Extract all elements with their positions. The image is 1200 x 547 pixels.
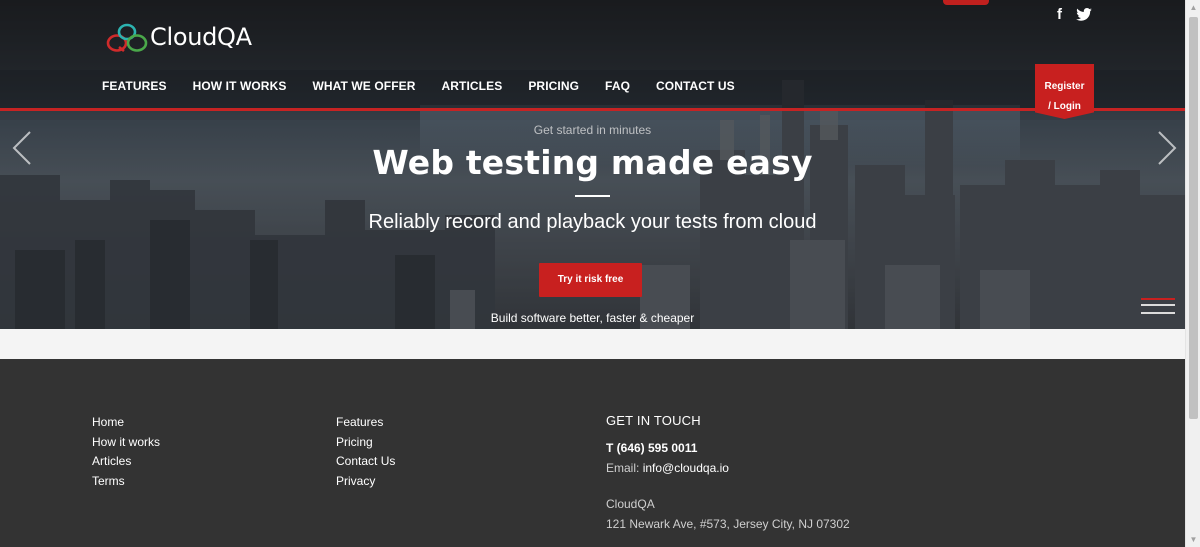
nav-how-it-works[interactable]: HOW IT WORKS	[193, 79, 287, 93]
contact-email-link[interactable]: info@cloudqa.io	[643, 461, 729, 475]
site-footer: Home How it works Articles Terms Feature…	[0, 359, 1185, 547]
footer-link-features[interactable]: Features	[336, 413, 395, 433]
register-label: Register	[1044, 81, 1085, 92]
footer-link-privacy[interactable]: Privacy	[336, 472, 395, 492]
hero-subtitle: Build software better, faster & cheaper	[490, 311, 695, 325]
scrollbar-thumb[interactable]	[1189, 17, 1198, 419]
footer-link-home[interactable]: Home	[92, 413, 160, 433]
login-label: / Login	[1048, 101, 1081, 112]
main-nav: FEATURES HOW IT WORKS WHAT WE OFFER ARTI…	[102, 79, 761, 93]
facebook-icon[interactable]: f	[1057, 6, 1062, 23]
footer-link-articles[interactable]: Articles	[92, 452, 160, 472]
headline-rule	[575, 195, 610, 197]
navbar-divider	[0, 108, 1185, 111]
email-label: Email:	[606, 461, 643, 475]
nav-articles[interactable]: ARTICLES	[442, 79, 503, 93]
hero-headline: Web testing made easy	[372, 143, 813, 182]
footer-link-contact-us[interactable]: Contact Us	[336, 452, 395, 472]
try-it-risk-free-button[interactable]: Try it risk free	[539, 263, 642, 297]
footer-links-col2: Features Pricing Contact Us Privacy	[336, 413, 395, 491]
nav-pricing[interactable]: PRICING	[528, 79, 579, 93]
scroll-down-arrow-icon[interactable]: ▼	[1186, 532, 1200, 547]
get-in-touch: GET IN TOUCH T (646) 595 0011 Email: inf…	[606, 413, 850, 534]
register-login-button[interactable]: Register / Login	[1035, 64, 1094, 119]
nav-what-we-offer[interactable]: WHAT WE OFFER	[312, 79, 415, 93]
hero-pretitle: Get started in minutes	[533, 123, 652, 137]
scroll-up-arrow-icon[interactable]: ▲	[1186, 0, 1200, 15]
brand-name: CloudQA	[150, 23, 252, 51]
nav-contact-us[interactable]: CONTACT US	[656, 79, 735, 93]
content-spacer	[0, 329, 1185, 359]
footer-links-col1: Home How it works Articles Terms	[92, 413, 160, 491]
twitter-icon[interactable]	[1076, 8, 1092, 21]
cloudqa-logo-icon	[106, 23, 148, 52]
cloudqa-logo[interactable]: CloudQA	[105, 20, 252, 54]
menu-hamburger-icon[interactable]	[1141, 298, 1175, 322]
contact-phone: T (646) 595 0011	[606, 441, 698, 455]
page: CloudQA f FEATURES HOW IT WORKS WHAT WE …	[0, 0, 1200, 547]
company-name: CloudQA	[606, 497, 655, 511]
footer-link-terms[interactable]: Terms	[92, 472, 160, 492]
hero-banner: CloudQA f FEATURES HOW IT WORKS WHAT WE …	[0, 0, 1185, 329]
get-in-touch-heading: GET IN TOUCH	[606, 413, 701, 428]
social-links: f	[1057, 6, 1092, 23]
footer-link-pricing[interactable]: Pricing	[336, 433, 395, 453]
company-address: 121 Newark Ave, #573, Jersey City, NJ 07…	[606, 517, 850, 531]
top-accent-tab	[943, 0, 989, 5]
contact-email-row: Email: info@cloudqa.io	[606, 458, 850, 478]
nav-features[interactable]: FEATURES	[102, 79, 167, 93]
nav-faq[interactable]: FAQ	[605, 79, 630, 93]
hero-tagline: Reliably record and playback your tests …	[368, 211, 817, 233]
footer-link-how-it-works[interactable]: How it works	[92, 433, 160, 453]
vertical-scrollbar[interactable]: ▲ ▼	[1185, 0, 1200, 547]
